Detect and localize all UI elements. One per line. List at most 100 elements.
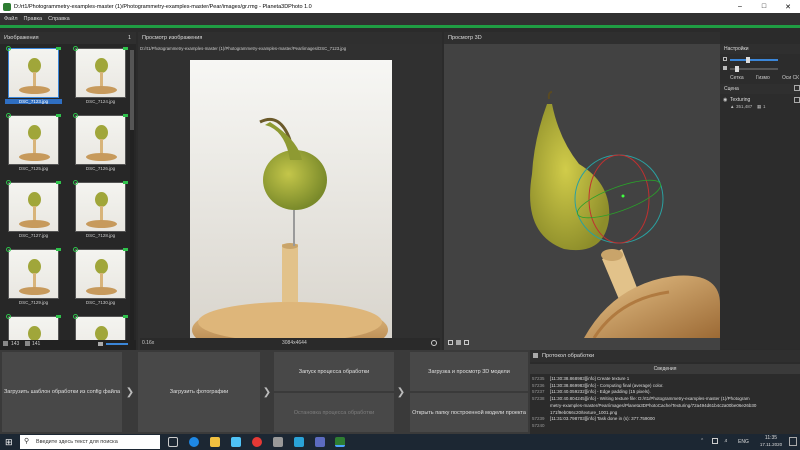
clock-date[interactable]: 17.11.2020: [755, 442, 787, 447]
scene-item-remove-icon[interactable]: [794, 97, 800, 103]
size-icon: [723, 66, 727, 70]
scene-header: Сцена: [720, 84, 800, 94]
scene-item-name[interactable]: Texturing: [730, 97, 750, 103]
image-resolution: 3084x4644: [282, 340, 307, 346]
explorer-icon[interactable]: [210, 437, 220, 447]
aligned-check-icon: [6, 314, 11, 319]
log-tab-info[interactable]: Сведения: [530, 364, 800, 374]
network-icon[interactable]: [712, 438, 718, 444]
thumbnail-label: DSC_7127.jpg: [18, 233, 49, 238]
close-button[interactable]: ✕: [776, 0, 800, 13]
viewer3d-panel: Просмотр 3D: [444, 32, 720, 350]
zoom-level: 0.16x: [142, 340, 155, 346]
images-count-badge: 1: [128, 35, 132, 41]
thumbnail-item[interactable]: DSC_7127.jpg: [5, 180, 62, 240]
thumbnail-item[interactable]: DSC_7125.jpg: [5, 113, 62, 173]
cameras-icon: ▦: [757, 104, 762, 109]
image-path: D:/rt1/Photogrammetry-examples-master (1…: [140, 46, 347, 51]
log-line: 57235 [11:30:38.868983][info] Create text…: [532, 376, 630, 381]
load-template-button[interactable]: Загрузить шаблон обработки из config фай…: [2, 352, 122, 432]
log-icon: [533, 353, 538, 358]
thumbnail-label: DSC_7125.jpg: [18, 166, 49, 171]
viewer3d-canvas[interactable]: [444, 44, 720, 338]
aligned-check-icon: [73, 314, 78, 319]
camera-icon: [56, 47, 61, 50]
info-icon[interactable]: [431, 340, 437, 346]
clock-time[interactable]: 11:35: [758, 435, 784, 441]
preview-image[interactable]: [190, 60, 392, 342]
aligned-icon: [25, 341, 30, 346]
input-language[interactable]: ENG: [738, 439, 749, 445]
thumbnail-image: [75, 182, 126, 232]
task-view-icon[interactable]: [168, 437, 178, 447]
view-mode-icon[interactable]: [456, 340, 461, 345]
view-mode-icon[interactable]: [448, 340, 453, 345]
log-line: 57239 [11:31:03.798703][info] Task done i…: [532, 416, 655, 422]
thumbnail-item[interactable]: DSC_7130.jpg: [72, 247, 129, 307]
thumbnail-label: DSC_7130.jpg: [85, 300, 116, 305]
chevron-right-icon: ❯: [262, 386, 272, 398]
telegram-icon[interactable]: [294, 437, 304, 447]
notifications-icon[interactable]: [789, 437, 797, 446]
toggle-gizmo[interactable]: Гизмо: [756, 75, 770, 81]
brightness-slider[interactable]: [730, 59, 778, 61]
load-3d-model-button[interactable]: Загрузка и просмотр 3D модели: [410, 352, 528, 391]
log-line: 171f9eb066c20/texture_1001.png: [550, 409, 618, 415]
thumbnail-image: [8, 182, 59, 232]
camera-icon: [56, 181, 61, 184]
chrome-icon[interactable]: [252, 437, 262, 447]
scene-close-icon[interactable]: [794, 85, 800, 91]
thumbnail-item[interactable]: DSC_7128.jpg: [72, 180, 129, 240]
planeta3dphoto-icon[interactable]: [335, 437, 345, 447]
log-title: Протокол обработки: [542, 353, 595, 359]
menu-edit[interactable]: Правка: [24, 16, 43, 22]
volume-icon[interactable]: ♬: [724, 438, 729, 444]
menu-help[interactable]: Справка: [48, 16, 70, 22]
toggle-axes[interactable]: Оси СК: [782, 75, 799, 81]
aligned-check-icon: [6, 247, 11, 252]
log-line: 57238 [11:30:40.804245][info] - Writing t…: [532, 396, 750, 402]
menu-file[interactable]: Файл: [4, 16, 18, 22]
toggle-grid[interactable]: Сетка: [730, 75, 744, 81]
settings-icon[interactable]: [273, 437, 283, 447]
start-processing-button[interactable]: Запуск процесса обработки: [274, 352, 394, 391]
size-slider-handle[interactable]: [735, 66, 739, 72]
thumbnail-image: [75, 48, 126, 98]
mail-icon[interactable]: [231, 437, 241, 447]
windows-start-icon[interactable]: ⊞: [5, 437, 15, 447]
aligned-check-icon: [73, 180, 78, 185]
aligned-check-icon: [73, 247, 78, 252]
thumbnail-label: DSC_7128.jpg: [85, 233, 116, 238]
brightness-slider-handle[interactable]: [746, 57, 750, 63]
maximize-button[interactable]: □: [752, 0, 776, 13]
thumbnail-item[interactable]: DSC_7126.jpg: [72, 113, 129, 173]
eye-icon[interactable]: ◉: [723, 97, 727, 103]
camera-icon: [56, 248, 61, 251]
viewer3d-title: Просмотр 3D: [448, 35, 482, 41]
aligned-check-icon: [73, 46, 78, 51]
thumbnail-item[interactable]: [5, 314, 62, 340]
thumbnail-item[interactable]: [72, 314, 129, 340]
thumbnail-item[interactable]: DSC_7129.jpg: [5, 247, 62, 307]
minimize-button[interactable]: –: [728, 0, 752, 13]
search-icon: ⚲: [24, 438, 30, 445]
settings-title: Настройки: [724, 46, 749, 52]
viewer3d-header: Просмотр 3D: [444, 32, 720, 44]
thumbnail-label: DSC_7126.jpg: [85, 166, 116, 171]
load-photos-button[interactable]: Загрузить фотографии: [138, 352, 260, 432]
view-mode-icon[interactable]: [464, 340, 469, 345]
images-scrollbar-thumb[interactable]: [130, 50, 134, 130]
scene-title: Сцена: [724, 86, 739, 92]
tray-chevron-icon[interactable]: ⌃: [700, 438, 704, 444]
app-icon[interactable]: [315, 437, 325, 447]
chevron-right-icon: ❯: [396, 386, 406, 398]
stop-processing-button[interactable]: Остановка процесса обработки: [274, 393, 394, 432]
taskbar-search-box[interactable]: ⚲ Введите здесь текст для поиска: [20, 435, 160, 449]
thumb-size-slider[interactable]: [106, 343, 128, 345]
edge-icon[interactable]: [189, 437, 199, 447]
thumbnail-item[interactable]: DSC_7124.jpg: [72, 46, 129, 106]
thumbnail-item[interactable]: DSC_7123.jpg: [5, 46, 62, 106]
images-status-bar: 143 141: [0, 340, 136, 350]
open-model-folder-button[interactable]: Открыть папку построенной модели проекта: [410, 393, 528, 432]
thumbnail-label: DSC_7123.jpg: [5, 99, 62, 104]
